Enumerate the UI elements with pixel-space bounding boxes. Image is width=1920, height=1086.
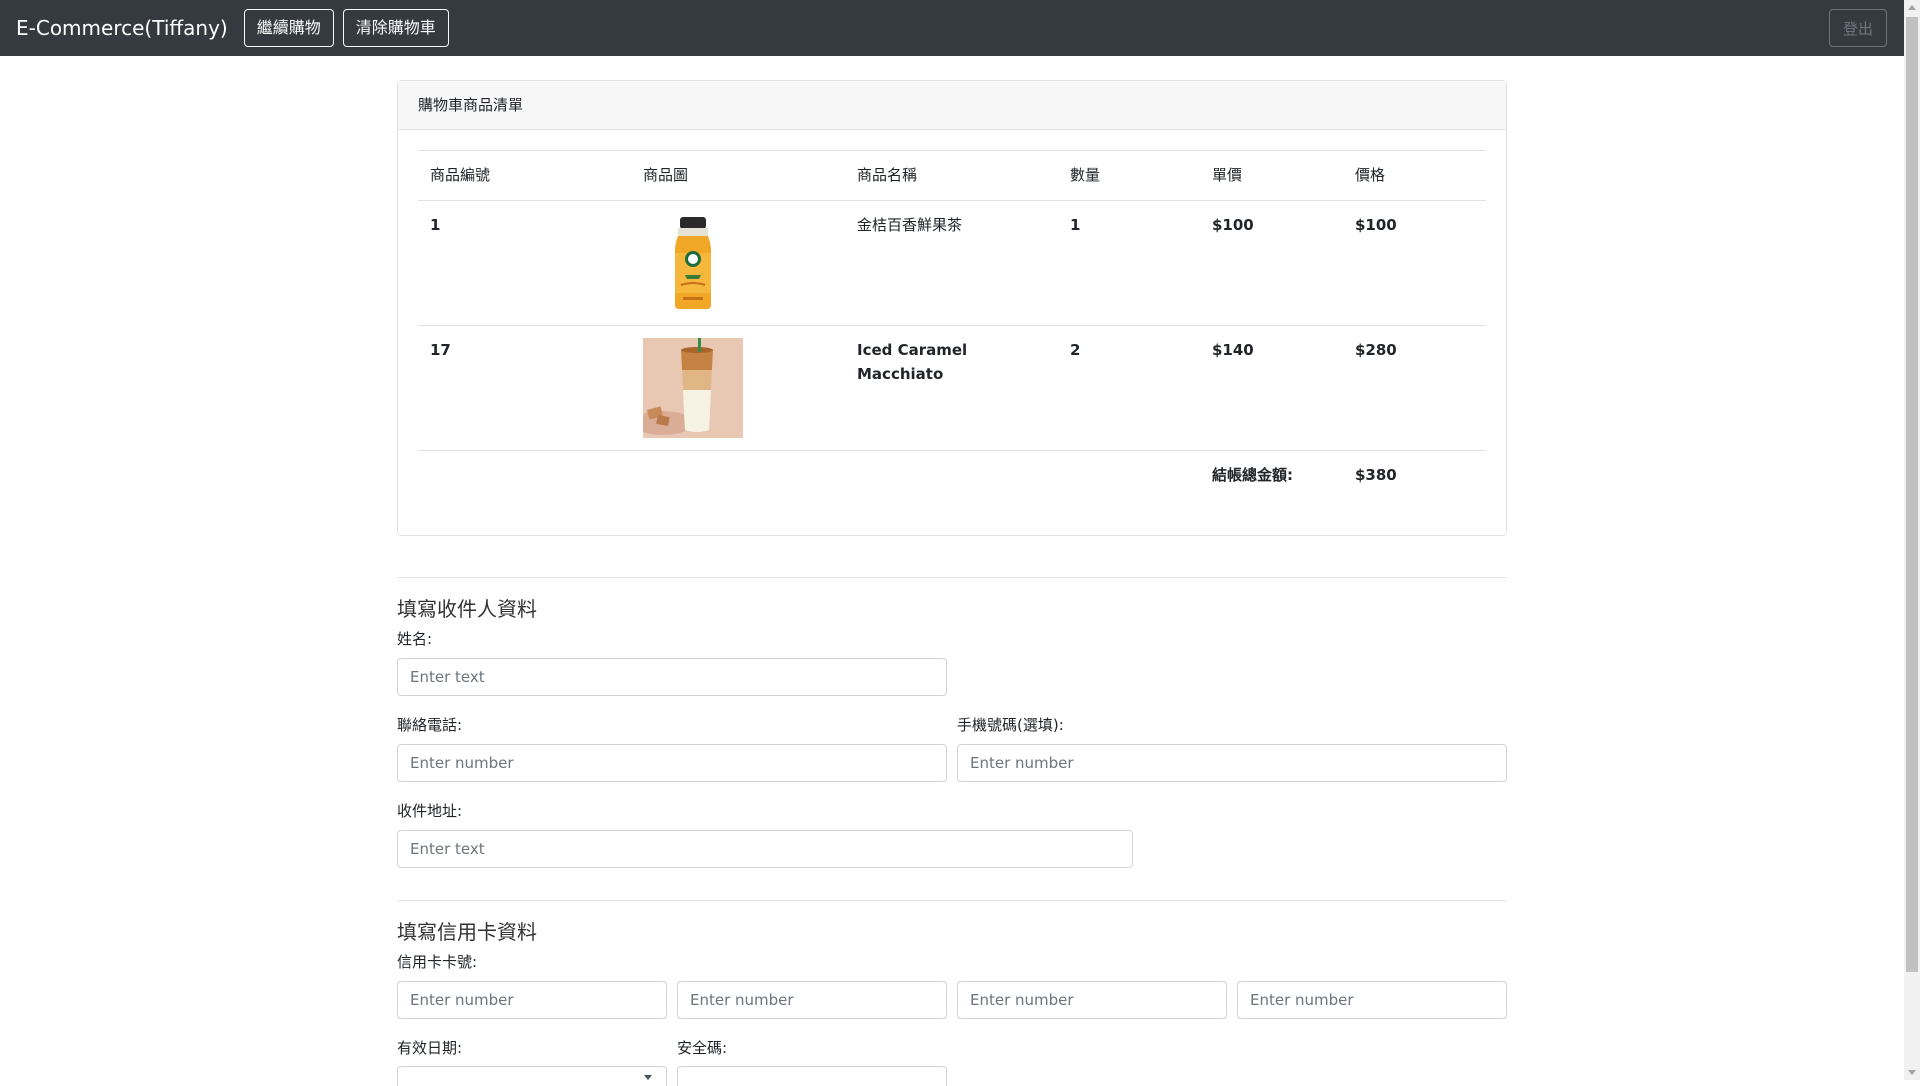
column-header-image: 商品圖 bbox=[631, 150, 845, 201]
item-id: 17 bbox=[418, 325, 631, 451]
scroll-up-arrow-icon[interactable] bbox=[1908, 5, 1916, 10]
card-number-input-4[interactable] bbox=[1237, 981, 1507, 1019]
section-divider bbox=[397, 577, 1507, 578]
scrollbar-thumb[interactable] bbox=[1906, 17, 1918, 972]
item-qty: 2 bbox=[1058, 325, 1200, 451]
item-image-cell bbox=[631, 200, 845, 326]
address-label: 收件地址: bbox=[397, 802, 463, 820]
page-scrollbar[interactable] bbox=[1904, 0, 1920, 1080]
item-image-cell bbox=[631, 325, 845, 451]
total-label: 結帳總金額: bbox=[1200, 450, 1343, 501]
card-number-input-3[interactable] bbox=[957, 981, 1227, 1019]
brand-title[interactable]: E-Commerce(Tiffany) bbox=[16, 16, 228, 40]
cart-card-header: 購物車商品清單 bbox=[398, 81, 1506, 130]
mobile-input[interactable] bbox=[957, 744, 1507, 782]
table-row: 17 Iced Caramel Macchiato 2 $140 $280 bbox=[418, 325, 1486, 451]
orange-tea-bottle-image bbox=[643, 213, 743, 313]
continue-shopping-button[interactable]: 繼續購物 bbox=[243, 9, 334, 47]
scroll-down-arrow-icon[interactable] bbox=[1908, 1070, 1916, 1075]
item-unit-price: $100 bbox=[1200, 200, 1343, 326]
iced-caramel-macchiato-image bbox=[643, 338, 743, 438]
name-label: 姓名: bbox=[397, 630, 433, 648]
cart-table: 商品編號 商品圖 商品名稱 數量 單價 價格 1 金桔百香鮮果茶 1 $100 … bbox=[418, 150, 1486, 501]
mobile-label: 手機號碼(選填): bbox=[957, 716, 1064, 734]
address-input[interactable] bbox=[397, 830, 1133, 868]
clear-cart-button[interactable]: 清除購物車 bbox=[342, 9, 449, 47]
card-number-label: 信用卡卡號: bbox=[397, 953, 478, 971]
column-header-name: 商品名稱 bbox=[845, 150, 1058, 201]
table-row: 1 金桔百香鮮果茶 1 $100 $100 bbox=[418, 200, 1486, 326]
item-name: Iced Caramel Macchiato bbox=[845, 325, 1058, 451]
logout-button[interactable]: 登出 bbox=[1829, 9, 1887, 47]
column-header-qty: 數量 bbox=[1058, 150, 1200, 201]
credit-card-section-title: 填寫信用卡資料 bbox=[397, 920, 537, 944]
expiry-select[interactable] bbox=[397, 1066, 667, 1086]
card-number-input-1[interactable] bbox=[397, 981, 667, 1019]
item-price: $280 bbox=[1343, 325, 1486, 451]
cart-card: 購物車商品清單 商品編號 商品圖 商品名稱 數量 單價 價格 1 金桔百香鮮果茶… bbox=[397, 80, 1507, 536]
total-value: $380 bbox=[1343, 450, 1486, 501]
expiry-label: 有效日期: bbox=[397, 1039, 463, 1057]
column-header-id: 商品編號 bbox=[418, 150, 631, 201]
recipient-section-title: 填寫收件人資料 bbox=[397, 597, 537, 621]
item-unit-price: $140 bbox=[1200, 325, 1343, 451]
item-name: 金桔百香鮮果茶 bbox=[845, 200, 1058, 326]
cart-table-header-row: 商品編號 商品圖 商品名稱 數量 單價 價格 bbox=[418, 150, 1486, 201]
column-header-price: 價格 bbox=[1343, 150, 1486, 201]
total-row: 結帳總金額: $380 bbox=[418, 450, 1486, 501]
phone-label: 聯絡電話: bbox=[397, 716, 463, 734]
column-header-unit-price: 單價 bbox=[1200, 150, 1343, 201]
cvv-label: 安全碼: bbox=[677, 1039, 728, 1057]
phone-input[interactable] bbox=[397, 744, 947, 782]
name-input[interactable] bbox=[397, 658, 947, 696]
section-divider bbox=[397, 900, 1507, 901]
card-number-input-2[interactable] bbox=[677, 981, 947, 1019]
top-navbar: E-Commerce(Tiffany) 繼續購物 清除購物車 登出 bbox=[0, 0, 1904, 56]
item-qty: 1 bbox=[1058, 200, 1200, 326]
chevron-down-icon bbox=[644, 1075, 652, 1080]
item-id: 1 bbox=[418, 200, 631, 326]
item-price: $100 bbox=[1343, 200, 1486, 326]
cvv-input[interactable] bbox=[677, 1066, 947, 1086]
